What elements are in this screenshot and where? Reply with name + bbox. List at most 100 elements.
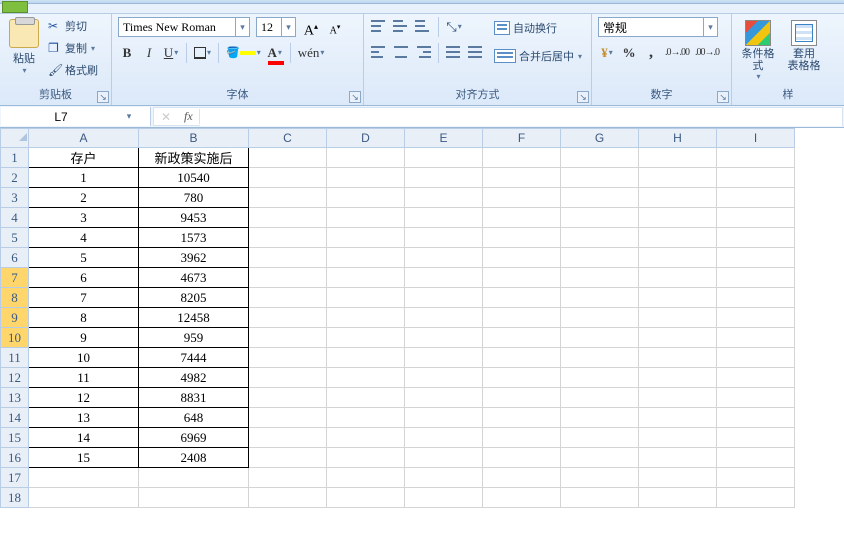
cell-G13[interactable] [561, 388, 639, 408]
row-header-3[interactable]: 3 [1, 188, 29, 208]
align-top-button[interactable] [370, 17, 388, 37]
cell-D16[interactable] [327, 448, 405, 468]
cell-C17[interactable] [249, 468, 327, 488]
decrease-decimal-button[interactable]: .00→.0 [694, 43, 720, 63]
cell-B6[interactable]: 3962 [139, 248, 249, 268]
cell-D6[interactable] [327, 248, 405, 268]
cell-D2[interactable] [327, 168, 405, 188]
cell-E1[interactable] [405, 148, 483, 168]
cell-H16[interactable] [639, 448, 717, 468]
cell-E18[interactable] [405, 488, 483, 508]
cell-C11[interactable] [249, 348, 327, 368]
cell-C2[interactable] [249, 168, 327, 188]
cell-B14[interactable]: 648 [139, 408, 249, 428]
cell-H5[interactable] [639, 228, 717, 248]
cell-I7[interactable] [717, 268, 795, 288]
cell-B1[interactable]: 新政策实施后 [139, 148, 249, 168]
cell-C7[interactable] [249, 268, 327, 288]
row-header-10[interactable]: 10 [1, 328, 29, 348]
cell-E5[interactable] [405, 228, 483, 248]
cell-G1[interactable] [561, 148, 639, 168]
cell-E3[interactable] [405, 188, 483, 208]
cell-G3[interactable] [561, 188, 639, 208]
chevron-down-icon[interactable]: ▾ [121, 111, 137, 122]
cell-F4[interactable] [483, 208, 561, 228]
wrap-text-button[interactable]: 自动换行 [491, 17, 585, 39]
cell-E8[interactable] [405, 288, 483, 308]
row-header-17[interactable]: 17 [1, 468, 29, 488]
cell-E12[interactable] [405, 368, 483, 388]
cell-I6[interactable] [717, 248, 795, 268]
cell-I17[interactable] [717, 468, 795, 488]
cell-C10[interactable] [249, 328, 327, 348]
cell-H7[interactable] [639, 268, 717, 288]
cell-I10[interactable] [717, 328, 795, 348]
cell-H3[interactable] [639, 188, 717, 208]
column-header-C[interactable]: C [249, 129, 327, 148]
format-as-table-button[interactable]: 套用表格格 [784, 17, 824, 84]
decrease-font-button[interactable]: A▾ [326, 17, 344, 37]
column-header-I[interactable]: I [717, 129, 795, 148]
cell-C15[interactable] [249, 428, 327, 448]
cell-D8[interactable] [327, 288, 405, 308]
cell-B18[interactable] [139, 488, 249, 508]
cell-D7[interactable] [327, 268, 405, 288]
format-painter-button[interactable]: 格式刷 [48, 61, 98, 79]
cell-H18[interactable] [639, 488, 717, 508]
chevron-down-icon[interactable]: ▾ [609, 44, 613, 62]
font-size-input[interactable] [257, 18, 281, 36]
cell-F7[interactable] [483, 268, 561, 288]
formula-input[interactable] [200, 108, 842, 126]
cell-G12[interactable] [561, 368, 639, 388]
cell-A17[interactable] [29, 468, 139, 488]
cell-E11[interactable] [405, 348, 483, 368]
cell-I3[interactable] [717, 188, 795, 208]
cell-A13[interactable]: 12 [29, 388, 139, 408]
cell-B15[interactable]: 6969 [139, 428, 249, 448]
row-header-4[interactable]: 4 [1, 208, 29, 228]
percent-button[interactable] [620, 43, 638, 63]
align-left-button[interactable] [370, 43, 388, 63]
name-box[interactable]: ▾ [1, 107, 151, 126]
cell-D17[interactable] [327, 468, 405, 488]
merge-center-button[interactable]: 合并后居中▾ [491, 45, 585, 67]
chevron-down-icon[interactable]: ▾ [278, 44, 282, 62]
cell-F2[interactable] [483, 168, 561, 188]
align-bottom-button[interactable] [414, 17, 432, 37]
cell-F1[interactable] [483, 148, 561, 168]
cell-H6[interactable] [639, 248, 717, 268]
row-header-9[interactable]: 9 [1, 308, 29, 328]
cell-B8[interactable]: 8205 [139, 288, 249, 308]
cell-G9[interactable] [561, 308, 639, 328]
cell-G4[interactable] [561, 208, 639, 228]
fx-button[interactable]: fx [178, 109, 200, 124]
number-format-combo[interactable]: ▾ [598, 17, 718, 37]
cell-I2[interactable] [717, 168, 795, 188]
cell-F16[interactable] [483, 448, 561, 468]
cell-E6[interactable] [405, 248, 483, 268]
cell-H14[interactable] [639, 408, 717, 428]
cell-F10[interactable] [483, 328, 561, 348]
cell-F15[interactable] [483, 428, 561, 448]
cell-A5[interactable]: 4 [29, 228, 139, 248]
name-box-input[interactable] [1, 110, 121, 124]
cell-B16[interactable]: 2408 [139, 448, 249, 468]
border-button[interactable]: ▾ [193, 43, 212, 63]
orientation-button[interactable]: ⤡▾ [445, 17, 463, 37]
cell-G11[interactable] [561, 348, 639, 368]
cell-D18[interactable] [327, 488, 405, 508]
select-all-corner[interactable] [1, 129, 29, 148]
cell-F8[interactable] [483, 288, 561, 308]
cell-H4[interactable] [639, 208, 717, 228]
chevron-down-icon[interactable]: ▾ [458, 18, 462, 36]
row-header-8[interactable]: 8 [1, 288, 29, 308]
cell-F11[interactable] [483, 348, 561, 368]
row-header-16[interactable]: 16 [1, 448, 29, 468]
cell-E7[interactable] [405, 268, 483, 288]
cell-C1[interactable] [249, 148, 327, 168]
cell-D14[interactable] [327, 408, 405, 428]
cell-B7[interactable]: 4673 [139, 268, 249, 288]
cell-D13[interactable] [327, 388, 405, 408]
cell-I1[interactable] [717, 148, 795, 168]
cut-button[interactable]: 剪切 [48, 17, 98, 35]
